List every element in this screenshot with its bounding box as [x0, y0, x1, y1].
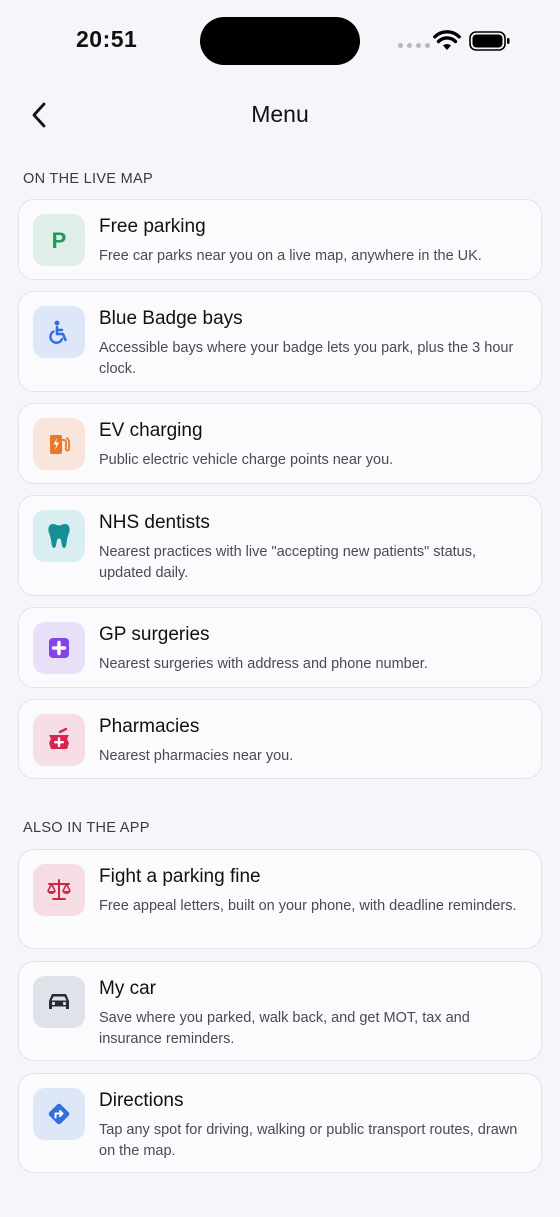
menu-item-title: Blue Badge bays	[99, 308, 243, 329]
parking-icon: P	[33, 214, 85, 266]
scales-icon	[33, 864, 85, 916]
menu-item-description: Accessible bays where your badge lets yo…	[99, 340, 514, 377]
menu-item-my-car[interactable]: My car Save where you parked, walk back,…	[18, 961, 542, 1061]
menu-item-title: Fight a parking fine	[99, 866, 261, 887]
menu-item-blue-badge-bays[interactable]: Blue Badge bays Accessible bays where yo…	[18, 291, 542, 392]
menu-item-description: Nearest practices with live "accepting n…	[99, 544, 476, 581]
battery-icon	[469, 31, 510, 51]
pharmacy-icon	[33, 714, 85, 766]
wheelchair-icon	[33, 306, 85, 358]
menu-item-description: Free car parks near you on a live map, a…	[99, 248, 482, 264]
signal-icon	[398, 43, 430, 48]
menu-item-pharmacies[interactable]: Pharmacies Nearest pharmacies near you.	[18, 699, 542, 779]
nav-bar: Menu	[0, 84, 560, 146]
menu-item-description: Tap any spot for driving, walking or pub…	[99, 1122, 518, 1159]
menu-item-ev-charging[interactable]: EV charging Public electric vehicle char…	[18, 403, 542, 484]
menu-item-description: Free appeal letters, built on your phone…	[99, 898, 517, 914]
menu-item-title: EV charging	[99, 420, 203, 441]
car-icon	[33, 976, 85, 1028]
menu-item-title: My car	[99, 978, 156, 999]
tooth-icon	[33, 510, 85, 562]
menu-item-title: NHS dentists	[99, 512, 210, 533]
section-header-live-map: ON THE LIVE MAP	[23, 171, 153, 187]
ev-charger-icon	[33, 418, 85, 470]
dynamic-island	[200, 17, 360, 65]
menu-item-title: Directions	[99, 1090, 184, 1111]
medical-cross-icon	[33, 622, 85, 674]
svg-text:P: P	[52, 228, 67, 252]
menu-item-directions[interactable]: Directions Tap any spot for driving, wal…	[18, 1073, 542, 1173]
menu-item-title: GP surgeries	[99, 624, 210, 645]
section-header-also-in-app: ALSO IN THE APP	[23, 820, 150, 836]
status-bar: 20:51	[0, 0, 560, 84]
menu-item-title: Pharmacies	[99, 716, 200, 737]
menu-item-description: Save where you parked, walk back, and ge…	[99, 1010, 470, 1047]
directions-icon	[33, 1088, 85, 1140]
page-title: Menu	[251, 101, 309, 127]
menu-item-nhs-dentists[interactable]: NHS dentists Nearest practices with live…	[18, 495, 542, 596]
menu-item-description: Nearest surgeries with address and phone…	[99, 656, 428, 672]
menu-item-title: Free parking	[99, 216, 206, 237]
menu-item-free-parking[interactable]: P Free parking Free car parks near you o…	[18, 199, 542, 280]
status-time: 20:51	[76, 26, 138, 52]
wifi-icon	[433, 30, 461, 50]
menu-item-fight-parking-fine[interactable]: Fight a parking fine Free appeal letters…	[18, 849, 542, 949]
menu-item-gp-surgeries[interactable]: GP surgeries Nearest surgeries with addr…	[18, 607, 542, 688]
menu-item-description: Public electric vehicle charge points ne…	[99, 452, 394, 468]
menu-item-description: Nearest pharmacies near you.	[99, 748, 294, 764]
